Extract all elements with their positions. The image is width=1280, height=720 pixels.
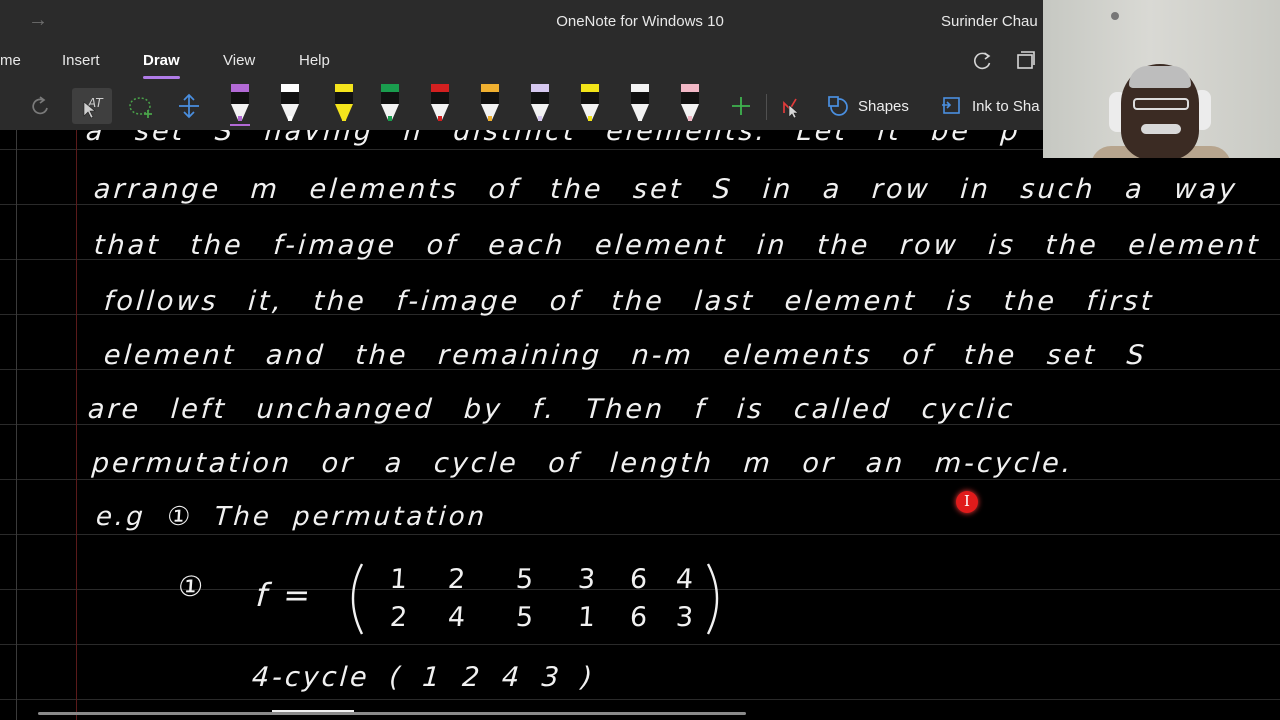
ruled-line — [0, 534, 1280, 535]
presenter-glasses — [1133, 98, 1189, 110]
page-edge-line — [16, 130, 17, 720]
add-space-icon[interactable] — [124, 88, 158, 124]
pen-purple-icon[interactable] — [227, 82, 257, 126]
ruled-line — [0, 644, 1280, 645]
ink-line-7: e.g ① The permutation — [94, 502, 489, 532]
matrix-bottom-entry: 3 — [674, 602, 698, 633]
matrix-top-entry: 1 — [388, 564, 412, 595]
matrix-bottom-entry: 5 — [514, 602, 538, 633]
ink-line-3: follows it, the f-image of the last elem… — [102, 286, 1156, 317]
margin-line — [76, 130, 77, 720]
ink-to-shape-icon — [942, 97, 960, 114]
tab-view[interactable]: View — [223, 52, 255, 69]
tab-draw[interactable]: Draw — [143, 52, 180, 79]
matrix-bottom-entry: 2 — [388, 602, 412, 633]
pen-white-icon[interactable] — [277, 82, 307, 126]
presenter-mustache — [1141, 124, 1181, 134]
pen-yellow-icon[interactable] — [577, 82, 607, 126]
ruled-line — [0, 699, 1280, 700]
matrix-top-entry: 5 — [514, 564, 538, 595]
ink-line-1: arrange m elements of the set S in a row… — [92, 174, 1240, 205]
sync-icon[interactable] — [970, 50, 994, 74]
pen-green-icon[interactable] — [377, 82, 407, 126]
matrix-bottom-entry: 4 — [446, 602, 470, 633]
highlighter-yellow-icon[interactable] — [327, 82, 357, 126]
text-cursor-icon — [956, 491, 978, 513]
ceiling-fan — [1111, 12, 1119, 20]
webcam-overlay — [1043, 0, 1280, 158]
notebooks-icon[interactable] — [1014, 50, 1038, 74]
ink-line-4: element and the remaining n-m elements o… — [102, 340, 1148, 371]
shapes-button[interactable]: Shapes — [826, 88, 922, 124]
matrix-bottom-entry: 1 — [576, 602, 600, 633]
matrix-top-entry: 2 — [446, 564, 470, 595]
presenter-hair — [1129, 66, 1191, 88]
lasso-select-icon[interactable]: AT — [72, 88, 112, 124]
f-equals: f = — [254, 576, 315, 614]
matrix-top-entry: 3 — [576, 564, 600, 595]
matrix-bottom-entry: 6 — [628, 602, 652, 633]
insert-space-icon[interactable] — [172, 88, 206, 124]
shapes-icon — [828, 96, 848, 116]
ink-to-shape-label: Ink to Sha — [972, 97, 1040, 115]
redo-icon[interactable] — [26, 88, 54, 124]
pen-white-2-icon[interactable] — [627, 82, 657, 126]
ink-replay-icon[interactable] — [776, 88, 806, 124]
shapes-label: Shapes — [858, 97, 909, 115]
example-number: ① — [176, 570, 208, 603]
add-pen-icon[interactable] — [726, 88, 756, 124]
ink-to-shape-button[interactable]: Ink to Sha — [940, 88, 1050, 124]
tab-home[interactable]: me — [0, 52, 21, 69]
pen-orange-icon[interactable] — [477, 82, 507, 126]
tab-insert[interactable]: Insert — [62, 52, 100, 69]
pen-red-icon[interactable] — [427, 82, 457, 126]
pen-pink-icon[interactable] — [677, 82, 707, 126]
matrix-top-entry: 6 — [628, 564, 652, 595]
ruled-line — [0, 479, 1280, 480]
matrix-top-entry: 4 — [674, 564, 698, 595]
ink-line-2: that the f-image of each element in the … — [92, 230, 1262, 261]
ink-line-6: permutation or a cycle of length m or an… — [90, 448, 1075, 479]
ink-line-0: a set S having n distinct elements. Let … — [84, 130, 1022, 147]
horizontal-scrollbar[interactable] — [38, 712, 746, 715]
pen-lavender-icon[interactable] — [527, 82, 557, 126]
ribbon-divider — [766, 94, 767, 120]
ink-line-5: are left unchanged by f. Then f is calle… — [86, 394, 1017, 425]
selected-pen-indicator — [230, 124, 250, 126]
user-name[interactable]: Surinder Chau — [941, 13, 1038, 30]
tab-help[interactable]: Help — [299, 52, 330, 69]
note-canvas[interactable]: a set S having n distinct elements. Let … — [0, 130, 1280, 720]
cycle-notation: 4-cycle ( 1 2 4 3 ) — [250, 662, 597, 693]
